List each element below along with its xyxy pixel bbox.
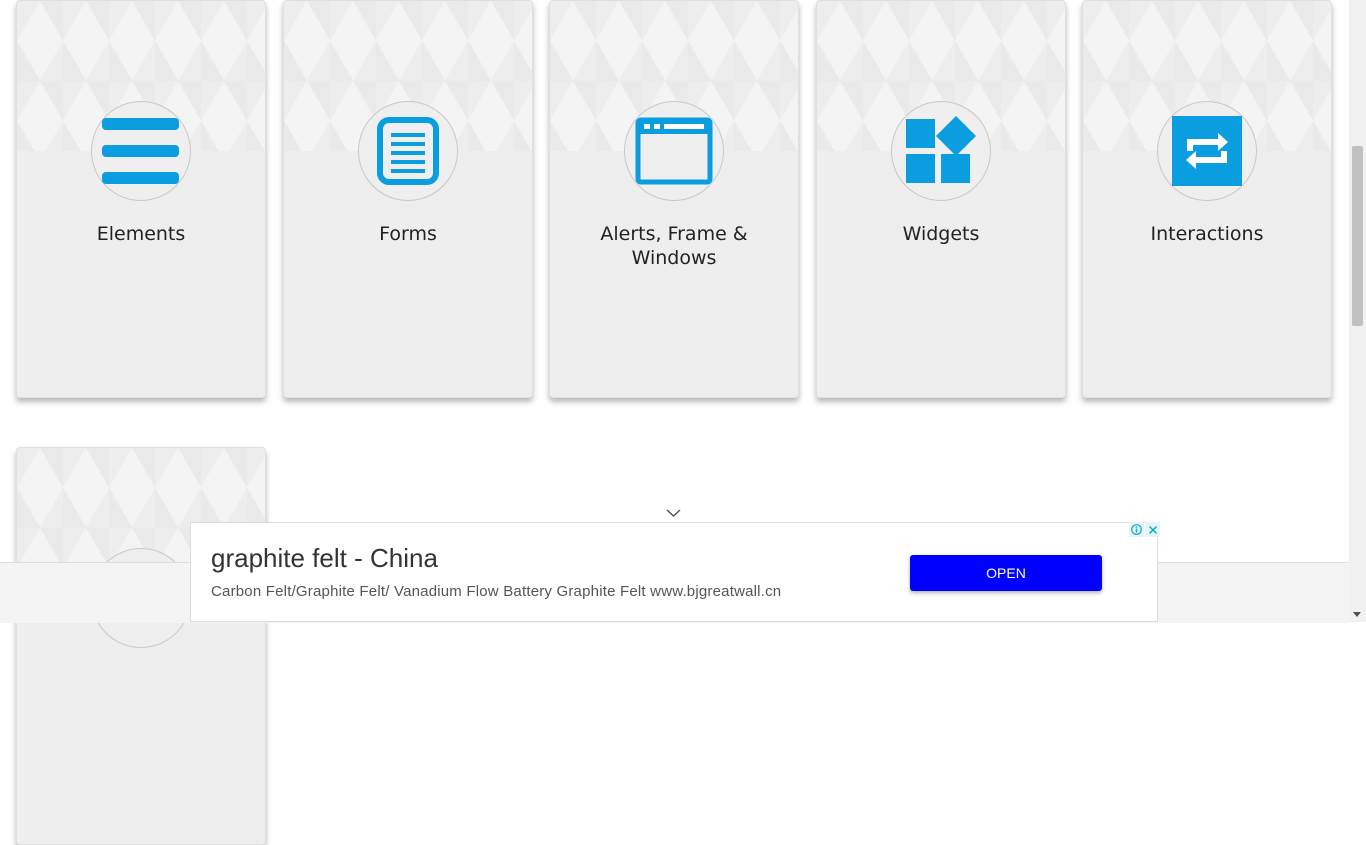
card-title: Widgets	[902, 223, 980, 245]
card-title: Alerts, Frame & Windows	[600, 223, 748, 269]
card-icon-circle	[624, 101, 724, 201]
card-icon-circle	[358, 101, 458, 201]
scrollbar-thumb[interactable]	[1352, 146, 1363, 326]
ad-title[interactable]: graphite felt - China	[211, 543, 438, 574]
card-forms[interactable]: Forms	[283, 0, 533, 398]
card-title: Elements	[96, 223, 186, 245]
card-icon-circle	[891, 101, 991, 201]
browser-window-icon	[635, 117, 713, 185]
ad-description[interactable]: Carbon Felt/Graphite Felt/ Vanadium Flow…	[211, 583, 781, 600]
info-icon[interactable]	[1129, 522, 1144, 537]
close-icon[interactable]	[1145, 522, 1160, 537]
vertical-scrollbar[interactable]	[1349, 0, 1366, 622]
widgets-icon	[906, 116, 976, 183]
scroll-down-arrow-icon[interactable]	[1353, 612, 1361, 617]
card-partial[interactable]	[16, 447, 266, 845]
ad-choices[interactable]	[1129, 522, 1161, 537]
card-interactions[interactable]: Interactions	[1082, 0, 1332, 398]
card-widgets[interactable]: Widgets	[816, 0, 1066, 398]
card-title: Interactions	[1150, 223, 1264, 245]
card-elements[interactable]: Elements	[16, 0, 266, 398]
card-icon-circle	[1157, 101, 1257, 201]
card-icon-circle	[91, 101, 191, 201]
chevron-down-icon[interactable]	[666, 508, 681, 518]
ad-banner[interactable]: graphite felt - China Carbon Felt/Graphi…	[190, 522, 1158, 622]
document-icon	[377, 117, 439, 185]
card-title: Forms	[379, 223, 437, 245]
swap-arrows-icon	[1172, 116, 1242, 186]
ad-open-button[interactable]: OPEN	[910, 555, 1102, 591]
hamburger-menu-icon	[102, 118, 179, 184]
card-alerts-frame-windows[interactable]: Alerts, Frame & Windows	[549, 0, 799, 398]
